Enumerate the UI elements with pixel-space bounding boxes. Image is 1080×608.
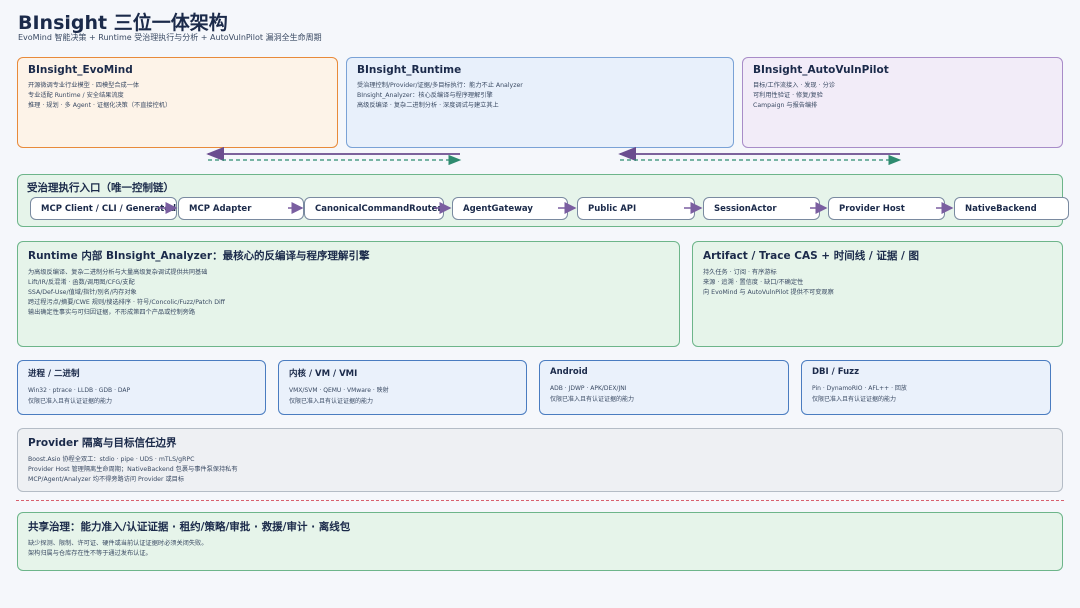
page-title: BInsight 三位一体架构 (18, 12, 228, 34)
governance-box: 共享治理：能力准入/认证证据 · 租约/策略/审批 · 救援/审计 · 离线包 … (17, 512, 1063, 571)
evomind-title: BInsight_EvoMind (28, 64, 133, 76)
process-binary-line: 仅限已准入且有认证证据的能力 (28, 398, 113, 405)
runtime-box: BInsight_Runtime 受治理控制/Provider/证据/多目标执行… (346, 57, 734, 148)
process-binary-line: Win32 · ptrace · LLDB · GDB · DAP (28, 387, 131, 394)
autovulnpilot-line: 目标/工作流接入 · 发现 · 分诊 (753, 82, 835, 89)
kernel-vm-line: 仅限已准入且有认证证据的能力 (289, 398, 374, 405)
evomind-line: 推理 · 规划 · 多 Agent · 证据化决策（不直接控机） (28, 102, 172, 109)
governance-title: 共享治理：能力准入/认证证据 · 租约/策略/审批 · 救援/审计 · 离线包 (28, 521, 351, 533)
runtime-line: BInsight_Analyzer：核心反编译与程序理解引擎 (357, 92, 493, 99)
governance-line: 缺少探测、限制、许可证、硬件或当前认证证据时必须关闭失败。 (28, 540, 208, 547)
provider-isolation-box: Provider 隔离与目标信任边界 Boost.Asio 协程全双工：stdi… (17, 428, 1063, 492)
dbi-fuzz-title: DBI / Fuzz (812, 367, 860, 377)
analyzer-title: Runtime 内部 BInsight_Analyzer：最核心的反编译与程序理… (28, 250, 370, 262)
provider-isolation-line: MCP/Agent/Analyzer 均不得旁路访问 Provider 或目标 (28, 476, 185, 483)
autovulnpilot-box: BInsight_AutoVulnPilot 目标/工作流接入 · 发现 · 分… (742, 57, 1063, 148)
artifact-title: Artifact / Trace CAS + 时间线 / 证据 / 图 (703, 250, 920, 262)
provider-isolation-line: Boost.Asio 协程全双工：stdio · pipe · UDS · mT… (28, 456, 195, 463)
top-connector-arrows (206, 146, 902, 166)
kernel-vm-box: 内核 / VM / VMI VMX/SVM · QEMU · VMware · … (278, 360, 527, 415)
android-title: Android (550, 367, 588, 377)
android-line: ADB · JDWP · APK/DEX/JNI (550, 385, 627, 392)
runtime-line: 高级反编译 · 复杂二进制分析 · 深度调试与建立其上 (357, 102, 499, 109)
analyzer-line: SSA/Def-Use/值域/指针/别名/内存对象 (28, 289, 137, 296)
android-line: 仅限已准入且有认证证据的能力 (550, 396, 635, 403)
artifact-line: 持久任务 · 订阅 · 有序游标 (703, 269, 777, 276)
dbi-fuzz-box: DBI / Fuzz Pin · DynamoRIO · AFL++ · 回放 … (801, 360, 1051, 415)
autovulnpilot-line: Campaign 与报告编排 (753, 102, 818, 109)
governance-line: 架构归属与仓库存在性不等于通过发布认证。 (28, 550, 152, 557)
evomind-line: 开源微调专业行业模型 · 四模型合成一体 (28, 82, 140, 89)
process-binary-title: 进程 / 二进制 (28, 369, 80, 379)
dbi-fuzz-line: Pin · DynamoRIO · AFL++ · 回放 (812, 385, 907, 392)
android-box: Android ADB · JDWP · APK/DEX/JNI 仅限已准入且有… (539, 360, 789, 415)
kernel-vm-title: 内核 / VM / VMI (289, 369, 358, 379)
autovulnpilot-line: 可利用性验证 · 修复/复验 (753, 92, 823, 99)
analyzer-box: Runtime 内部 BInsight_Analyzer：最核心的反编译与程序理… (17, 241, 680, 347)
evomind-line: 专业适配 Runtime / 安全结果流度 (28, 92, 124, 99)
provider-isolation-line: Provider Host 管理隔离生命周期；NativeBackend 包裹与… (28, 466, 238, 473)
page-subtitle: EvoMind 智能决策 + Runtime 受治理执行与分析 + AutoVu… (18, 33, 322, 42)
control-chain-title: 受治理执行入口（唯一控制链） (27, 182, 174, 194)
autovulnpilot-title: BInsight_AutoVulnPilot (753, 64, 889, 76)
evomind-box: BInsight_EvoMind 开源微调专业行业模型 · 四模型合成一体 专业… (17, 57, 338, 148)
provider-isolation-title: Provider 隔离与目标信任边界 (28, 437, 177, 449)
kernel-vm-line: VMX/SVM · QEMU · VMware · 映射 (289, 387, 389, 394)
artifact-box: Artifact / Trace CAS + 时间线 / 证据 / 图 持久任务… (692, 241, 1063, 347)
trust-boundary-divider (16, 500, 1064, 501)
runtime-title: BInsight_Runtime (357, 64, 462, 76)
analyzer-line: 输出确定性事实与可归因证据，不形成第四个产品或控制旁路 (28, 309, 196, 316)
analyzer-line: 为高级反编译、复杂二进制分析与大量高级复杂调试提供共同基础 (28, 269, 208, 276)
analyzer-line: Lift/IR/反混淆 · 函数/调用图/CFG/支配 (28, 279, 135, 286)
artifact-line: 向 EvoMind 与 AutoVulnPilot 提供不可变观察 (703, 289, 834, 296)
runtime-line: 受治理控制/Provider/证据/多目标执行：能力不止 Analyzer (357, 82, 523, 89)
chain-arrows (158, 202, 954, 214)
process-binary-box: 进程 / 二进制 Win32 · ptrace · LLDB · GDB · D… (17, 360, 266, 415)
artifact-line: 来源 · 追溯 · 置信度 · 缺口/不确定性 (703, 279, 804, 286)
dbi-fuzz-line: 仅限已准入且有认证证据的能力 (812, 396, 897, 403)
analyzer-line: 跨过程污点/摘要/CWE 规则/搜选排序 · 符号/Concolic/Fuzz/… (28, 299, 225, 306)
